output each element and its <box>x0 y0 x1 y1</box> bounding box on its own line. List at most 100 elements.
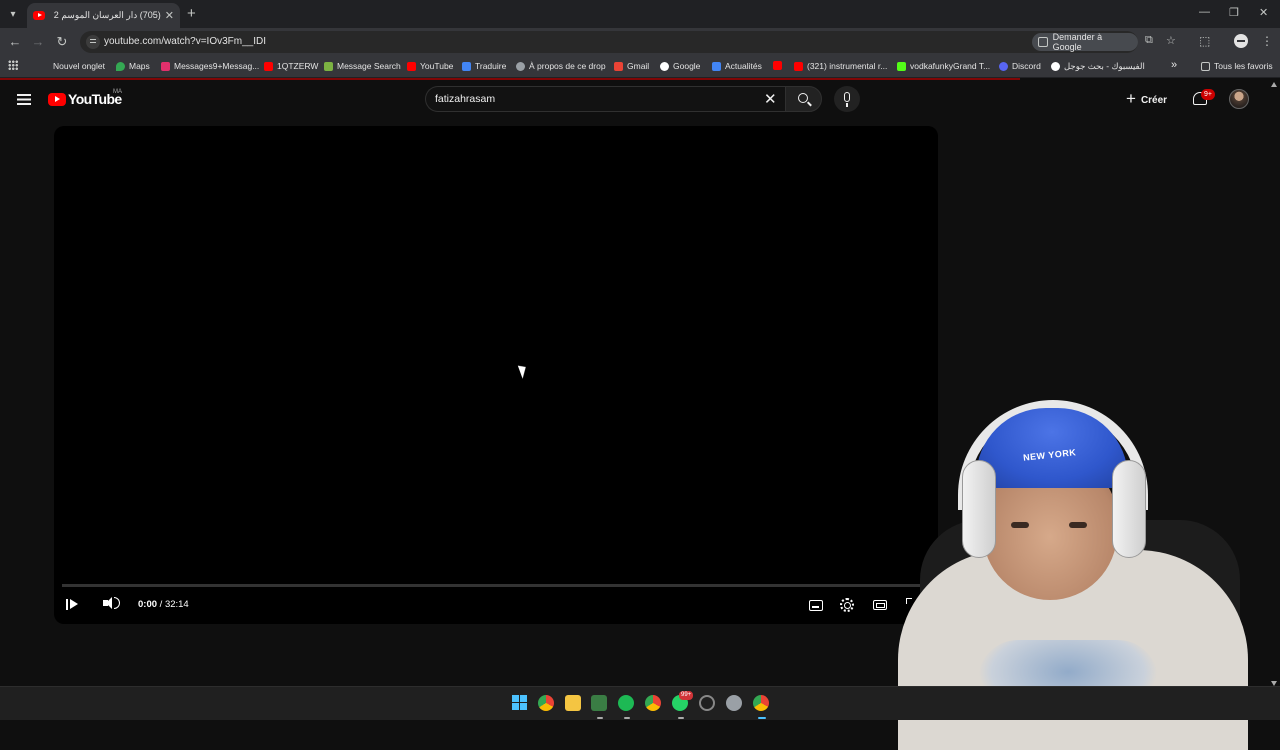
file-explorer-icon[interactable] <box>565 695 581 711</box>
video-progress-bar[interactable] <box>62 584 928 587</box>
translate-icon <box>462 61 471 71</box>
chrome-active-icon[interactable] <box>753 695 769 711</box>
tab-title: (705) دار العرسان الموسم 2 | الحـ <box>53 10 161 20</box>
running-indicator <box>597 717 603 719</box>
page-scrollbar[interactable] <box>1270 82 1278 686</box>
scroll-up-arrow-icon[interactable] <box>1271 82 1277 87</box>
reload-icon[interactable]: ↻ <box>54 34 70 50</box>
bookmark-traduire[interactable]: Traduire <box>462 61 506 71</box>
windows-logo-tile <box>512 695 519 702</box>
bookmark-1qtzerw[interactable]: 1QTZERW <box>264 61 318 71</box>
close-window-button[interactable]: ✕ <box>1259 6 1268 19</box>
running-indicator <box>678 717 684 719</box>
bookmark-youtube[interactable]: YouTube <box>407 61 453 71</box>
youtube-icon <box>264 61 273 71</box>
chrome-icon[interactable] <box>538 695 554 711</box>
bookmark-google[interactable]: Google <box>660 61 700 71</box>
bookmark-youtube-2[interactable] <box>773 61 786 70</box>
bookmark-nouvel-onglet[interactable]: Nouvel onglet <box>53 61 105 71</box>
settings-icon[interactable] <box>726 695 742 711</box>
restore-window-button[interactable]: ❐ <box>1229 6 1239 19</box>
play-pause-icon[interactable] <box>66 598 78 610</box>
search-button[interactable] <box>785 86 822 112</box>
bookmark-actualites[interactable]: Actualités <box>712 61 762 71</box>
webcam-overlay: NEW YORK <box>858 400 1270 750</box>
browser-toolbar: ← → ↻ youtube.com/watch?v=IOv3Fm__IDI De… <box>0 28 1280 56</box>
tab-search-chevron-icon[interactable]: ▾ <box>4 5 22 23</box>
bookmark-label: Nouvel onglet <box>53 61 105 71</box>
terminal-icon[interactable] <box>591 695 607 711</box>
right-eye <box>1069 522 1087 528</box>
youtube-header: YouTube MA fatizahrasam ✕ + Créer <box>0 80 1280 120</box>
search-query-text[interactable]: fatizahrasam <box>435 93 495 105</box>
subtitles-icon[interactable] <box>809 600 823 611</box>
kick-icon <box>897 61 906 71</box>
app-circle-icon[interactable] <box>699 695 715 711</box>
plus-icon: + <box>1126 89 1136 108</box>
create-button[interactable]: + Créer <box>1126 89 1167 111</box>
tab-close-icon[interactable]: ✕ <box>165 9 174 22</box>
bookmark-maps[interactable]: Maps <box>116 61 150 71</box>
spotify-icon[interactable] <box>618 695 634 711</box>
bookmark-message-search[interactable]: Message Search <box>324 61 401 71</box>
bookmark-messages[interactable]: Messages9+Messag... <box>161 61 259 71</box>
windows-taskbar: 99+ <box>0 686 1280 720</box>
search-input[interactable]: fatizahrasam ✕ <box>425 86 787 112</box>
google-icon <box>660 61 669 71</box>
maps-pin-icon <box>116 61 125 71</box>
bookmark-label: (321) instrumental r... <box>807 61 888 71</box>
browser-profile-icon[interactable] <box>1234 34 1248 48</box>
globe-icon <box>516 61 525 71</box>
bookmark-instrumental[interactable]: (321) instrumental r... <box>794 61 887 71</box>
left-eye <box>1011 522 1029 528</box>
voice-search-button[interactable] <box>834 86 860 112</box>
youtube-logo[interactable]: YouTube MA <box>48 89 122 107</box>
more-bookmarks-chevron-icon[interactable]: » <box>1171 59 1177 71</box>
time-display: 0:00 / 32:14 <box>138 599 189 610</box>
site-info-icon[interactable] <box>86 35 100 49</box>
video-player[interactable]: 0:00 / 32:14 <box>54 126 938 624</box>
windows-logo-tile <box>520 703 527 710</box>
apps-grid-icon[interactable] <box>8 60 18 70</box>
chrome-profile-icon[interactable] <box>645 695 661 711</box>
ask-google-label: Demander à Google <box>1052 32 1103 52</box>
youtube-icon <box>773 61 782 70</box>
bookmark-label: vodkafunkyGrand T... <box>910 61 991 71</box>
install-app-icon[interactable]: ⧉ <box>1145 34 1153 47</box>
ask-google-button[interactable]: Demander à Google <box>1032 32 1138 52</box>
youtube-icon <box>794 61 803 71</box>
discord-icon <box>999 61 1008 71</box>
bookmark-kick[interactable]: vodkafunkyGrand T... <box>897 61 990 71</box>
bookmark-a-propos[interactable]: À propos de ce drop <box>516 61 606 71</box>
browser-menu-icon[interactable]: ⋮ <box>1261 34 1273 48</box>
bookmark-label: Traduire <box>475 61 507 71</box>
all-bookmarks-folder[interactable]: Tous les favoris <box>1201 61 1273 71</box>
windows-logo-tile <box>512 703 519 710</box>
gmail-icon <box>614 61 623 71</box>
country-code: MA <box>113 89 122 95</box>
url-text[interactable]: youtube.com/watch?v=IOv3Fm__IDI <box>104 36 266 47</box>
minimize-window-button[interactable]: — <box>1199 6 1210 18</box>
clear-search-icon[interactable]: ✕ <box>764 90 777 108</box>
bookmark-label: Discord <box>1012 61 1041 71</box>
browser-tab-active[interactable]: (705) دار العرسان الموسم 2 | الحـ ✕ <box>27 3 180 28</box>
new-tab-plus-icon[interactable]: + <box>187 5 196 22</box>
volume-icon[interactable] <box>103 597 120 609</box>
hamburger-menu-icon[interactable] <box>17 94 31 96</box>
news-icon <box>712 61 721 71</box>
folder-icon <box>1201 61 1210 71</box>
extensions-icon[interactable]: ⬚ <box>1199 34 1210 48</box>
bookmark-gmail[interactable]: Gmail <box>614 61 649 71</box>
windows-start-icon[interactable] <box>512 695 527 710</box>
bookmark-facebook-search[interactable]: الفيسبوك - بحث جوجل <box>1051 61 1145 72</box>
bookmark-discord[interactable]: Discord <box>999 61 1041 71</box>
back-arrow-icon[interactable]: ← <box>7 34 23 49</box>
bookmark-star-icon[interactable]: ☆ <box>1166 34 1176 47</box>
account-avatar[interactable] <box>1229 89 1249 109</box>
forward-arrow-icon[interactable]: → <box>30 34 46 49</box>
current-time: 0:00 <box>138 599 158 610</box>
address-bar[interactable]: youtube.com/watch?v=IOv3Fm__IDI Demander… <box>80 31 1176 53</box>
settings-gear-icon[interactable] <box>840 598 854 612</box>
microphone-icon <box>844 92 850 107</box>
bookmark-label: 1QTZERW <box>277 61 319 71</box>
